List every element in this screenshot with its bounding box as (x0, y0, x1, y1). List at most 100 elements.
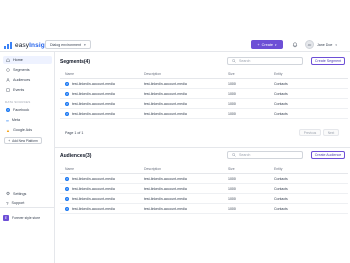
column-header[interactable]: Description (144, 72, 228, 76)
sidebar-item-events[interactable]: Events (3, 86, 52, 94)
environment-select[interactable]: Dialog environment ▾ (45, 40, 91, 49)
audiences-search[interactable] (227, 151, 303, 159)
table-row[interactable]: f test-linkedin-account-media test-linked… (60, 194, 348, 204)
row-size: 1000 (228, 196, 236, 201)
row-name: test-linkedin-account-media (72, 91, 115, 96)
row-size: 1000 (228, 81, 236, 86)
next-page-button[interactable]: Next (323, 129, 339, 136)
row-entity: Contacts (274, 111, 288, 116)
segments-search[interactable] (227, 57, 303, 65)
create-button-label: Create (261, 42, 274, 47)
row-entity: Contacts (274, 206, 288, 211)
column-header[interactable]: Size (228, 167, 274, 171)
workspace-badge: E (3, 214, 9, 221)
row-size: 1000 (228, 186, 236, 191)
audiences-table: Name Description Size Entity f test-linke… (60, 165, 348, 214)
gear-icon: ⚙ (6, 191, 11, 196)
sidebar-item-label: Support (11, 201, 25, 205)
row-description: test-linkedin-account-media (144, 196, 187, 201)
facebook-icon: f (65, 206, 69, 211)
table-row[interactable]: f test-linkedin-account-media test-linked… (60, 99, 348, 109)
plus-icon: + (8, 138, 11, 143)
home-icon (6, 58, 10, 62)
row-entity: Contacts (274, 81, 288, 86)
table-row[interactable]: f test-linkedin-account-media test-linked… (60, 79, 348, 89)
row-size: 1000 (228, 176, 236, 181)
row-description: test-linkedin-account-media (144, 176, 187, 181)
sidebar-item-segments[interactable]: Segments (3, 66, 52, 74)
sidebar-item-support[interactable]: ? Support (3, 199, 52, 207)
sidebar-item-home[interactable]: Home (3, 56, 52, 64)
sidebar-item-label: Settings (13, 192, 27, 196)
facebook-icon: f (65, 81, 69, 86)
column-header[interactable]: Name (60, 167, 144, 171)
segments-search-input[interactable] (239, 59, 299, 63)
sidebar-item-label: Segments (13, 68, 30, 72)
search-icon (232, 59, 236, 63)
sidebar-divider (0, 207, 55, 208)
top-bar: easyInsights Dialog environment ▾ + Crea… (0, 0, 350, 52)
user-menu[interactable]: JD Jane Doe ▾ (305, 39, 337, 50)
create-segment-button[interactable]: Create Segment (311, 57, 345, 65)
section-divider (55, 147, 350, 148)
table-header: Name Description Size Entity (60, 70, 348, 79)
sidebar-item-audiences[interactable]: Audiences (3, 76, 52, 84)
row-name: test-linkedin-account-media (72, 176, 115, 181)
sidebar-item-settings[interactable]: ⚙ Settings (3, 190, 52, 198)
row-name: test-linkedin-account-media (72, 186, 115, 191)
row-name: test-linkedin-account-media (72, 101, 115, 106)
facebook-icon: f (65, 186, 69, 191)
sidebar-item-google-ads[interactable]: ▲ Google Ads (3, 126, 52, 134)
help-icon: ? (6, 200, 9, 206)
column-header[interactable]: Name (60, 72, 144, 76)
add-platform-button[interactable]: + Add New Platform (4, 137, 42, 144)
row-name: test-linkedin-account-media (72, 111, 115, 116)
avatar: JD (305, 40, 314, 49)
sidebar-item-meta[interactable]: ∞ Meta (3, 116, 52, 124)
column-header[interactable]: Entity (274, 72, 348, 76)
sidebar: Home Segments Audiences Events DATA SOUR… (0, 52, 55, 263)
facebook-icon: f (6, 108, 10, 112)
row-description: test-linkedin-account-media (144, 91, 187, 96)
create-audience-button[interactable]: Create Audience (311, 151, 345, 159)
plus-icon: + (257, 42, 260, 47)
facebook-icon: f (65, 101, 69, 106)
previous-page-button[interactable]: Previous (299, 129, 321, 136)
main-content: Segments(4) Create Segment Name Descript… (55, 52, 350, 263)
row-size: 1000 (228, 206, 236, 211)
table-row[interactable]: f test-linkedin-account-media test-linked… (60, 174, 348, 184)
row-name: test-linkedin-account-media (72, 81, 115, 86)
column-header[interactable]: Size (228, 72, 274, 76)
audiences-title: Audiences(3) (60, 153, 92, 159)
sidebar-item-label: Audiences (13, 78, 31, 82)
table-header: Name Description Size Entity (60, 165, 348, 174)
column-header[interactable]: Entity (274, 167, 348, 171)
sidebar-item-label: Home (13, 58, 23, 62)
add-platform-label: Add New Platform (12, 138, 38, 143)
table-row[interactable]: f test-linkedin-account-media test-linked… (60, 204, 348, 214)
notification-bell-icon[interactable] (290, 40, 299, 49)
segments-title: Segments(4) (60, 59, 91, 65)
sidebar-item-label: Google Ads (12, 128, 33, 132)
sidebar-item-facebook[interactable]: f Facebook (3, 106, 52, 114)
row-size: 1000 (228, 101, 236, 106)
row-description: test-linkedin-account-media (144, 111, 187, 116)
row-description: test-linkedin-account-media (144, 101, 187, 106)
row-entity: Contacts (274, 176, 288, 181)
segments-icon (6, 68, 10, 72)
workspace-switcher[interactable]: E Forever style store (3, 213, 52, 222)
user-name: Jane Doe (317, 42, 333, 47)
create-button[interactable]: + Create ▾ (251, 40, 283, 49)
audiences-search-input[interactable] (239, 153, 299, 157)
table-row[interactable]: f test-linkedin-account-media test-linked… (60, 89, 348, 99)
sidebar-item-label: Events (13, 88, 25, 92)
table-row[interactable]: f test-linkedin-account-media test-linked… (60, 109, 348, 119)
column-header[interactable]: Description (144, 167, 228, 171)
row-size: 1000 (228, 111, 236, 116)
row-entity: Contacts (274, 91, 288, 96)
facebook-icon: f (65, 196, 69, 201)
row-entity: Contacts (274, 186, 288, 191)
pagination-text: Page 1 of 1 (65, 131, 84, 135)
chevron-down-icon: ▾ (335, 42, 337, 47)
table-row[interactable]: f test-linkedin-account-media test-linked… (60, 184, 348, 194)
